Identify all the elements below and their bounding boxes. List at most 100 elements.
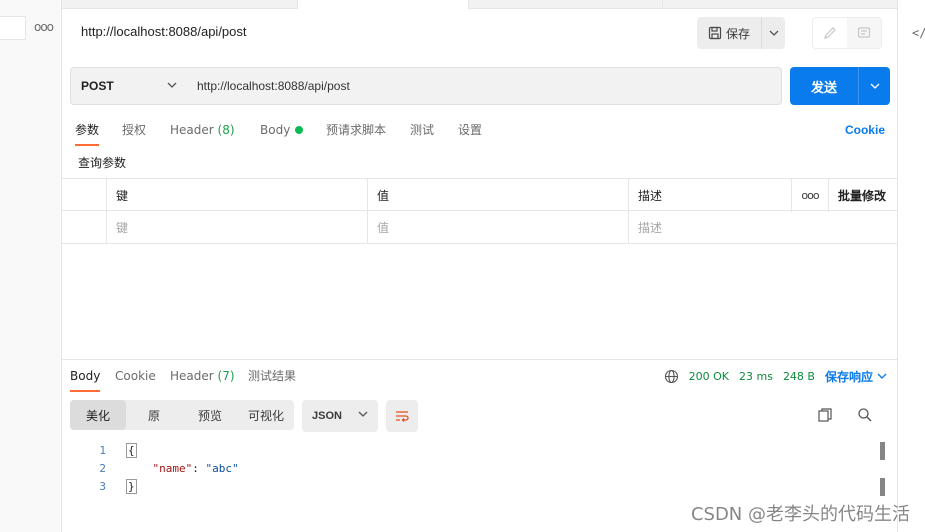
scrollbar-marker[interactable]	[880, 442, 885, 460]
search-icon[interactable]	[857, 407, 873, 423]
comments-button[interactable]	[847, 18, 881, 48]
method-label: POST	[81, 79, 114, 93]
response-tab-body[interactable]: Body	[70, 366, 101, 392]
view-preview-button[interactable]: 预览	[182, 400, 238, 430]
view-raw-button[interactable]: 原	[126, 400, 182, 430]
send-button[interactable]: 发送	[790, 67, 858, 105]
body-indicator-dot	[295, 126, 304, 134]
response-tab-headers-label: Header	[170, 369, 214, 383]
row-checkbox-cell	[62, 211, 106, 244]
chevron-down-icon	[877, 373, 887, 379]
save-response-button[interactable]: 保存响应	[825, 368, 887, 385]
code-line: 2 "name": "abc"	[62, 460, 892, 478]
wrap-lines-button[interactable]	[386, 400, 418, 432]
tab-headers-label: Header	[170, 123, 214, 137]
save-response-label: 保存响应	[824, 369, 873, 384]
json-key: "name"	[152, 462, 193, 475]
line-number: 2	[99, 462, 106, 475]
url-input[interactable]: http://localhost:8088/api/post	[185, 67, 782, 105]
method-select[interactable]: POST	[70, 67, 186, 105]
watermark: CSDN @老李头的代码生活	[690, 504, 910, 525]
code-snippet-icon[interactable]: </	[912, 26, 925, 40]
view-visualize-button[interactable]: 可视化	[238, 400, 294, 430]
bulk-edit-button[interactable]: 批量修改	[828, 179, 897, 212]
response-tab-cookies[interactable]: Cookie	[115, 366, 156, 392]
sidebar-search-box[interactable]	[0, 16, 26, 40]
edit-button[interactable]	[813, 18, 847, 48]
response-tabs: Body Cookie Header (7) 测试结果 200 OK 23 ms…	[62, 366, 897, 392]
response-tab-cookies-label: Cookie	[115, 369, 156, 383]
param-value-input[interactable]: 值	[367, 211, 628, 244]
param-description-input[interactable]: 描述	[628, 211, 791, 244]
more-options-icon[interactable]: ooo	[791, 179, 828, 212]
save-icon	[708, 26, 722, 40]
tab-params[interactable]: 参数	[75, 120, 100, 146]
more-options-icon[interactable]: ooo	[34, 20, 54, 34]
request-tabs: 参数 授权 Header (8) Body 预请求脚本 测试 设置 Cookie	[62, 120, 897, 146]
code-text: {	[126, 442, 137, 460]
tab-auth[interactable]: 授权	[122, 120, 146, 146]
active-request-tab[interactable]	[297, 0, 469, 9]
comment-icon	[857, 27, 871, 38]
code-line: 3 }	[62, 478, 892, 496]
json-value: "abc"	[205, 462, 239, 475]
code-text: }	[126, 478, 137, 496]
save-dropdown-button[interactable]	[761, 17, 785, 49]
pencil-icon	[824, 27, 836, 39]
send-button-group: 发送	[790, 67, 890, 105]
table-header-row: 键 值 描述 ooo 批量修改	[62, 178, 897, 212]
tab-params-label: 参数	[75, 123, 100, 137]
cookies-link[interactable]: Cookie	[845, 120, 885, 140]
response-status-area: 200 OK 23 ms 248 B 保存响应	[654, 366, 887, 386]
param-key-input[interactable]: 键	[106, 211, 367, 244]
response-tab-test-results[interactable]: 测试结果	[248, 366, 296, 392]
line-number: 1	[99, 444, 106, 457]
format-select[interactable]: JSON	[302, 400, 378, 432]
tab-pre-request-script[interactable]: 预请求脚本	[326, 120, 386, 146]
left-sidebar: ooo	[0, 0, 62, 532]
checkbox-column-header	[62, 179, 106, 212]
wrap-lines-icon	[396, 411, 409, 422]
tab-body-label: Body	[260, 123, 291, 137]
response-size[interactable]: 248 B	[783, 370, 815, 383]
params-table: 键 值 描述 ooo 批量修改 键 值 描述	[62, 178, 897, 244]
tab-headers[interactable]: Header (8)	[170, 120, 235, 146]
response-time[interactable]: 23 ms	[739, 370, 773, 383]
send-dropdown-button[interactable]	[858, 67, 890, 105]
close-brace: }	[126, 479, 137, 494]
table-row: 键 值 描述	[62, 211, 897, 244]
chevron-down-icon	[358, 411, 368, 417]
status-code[interactable]: 200 OK	[689, 370, 729, 383]
scrollbar-marker[interactable]	[880, 478, 885, 496]
response-tab-body-label: Body	[70, 369, 101, 383]
query-params-title: 查询参数	[78, 156, 127, 170]
column-header-description: 描述	[628, 179, 791, 212]
globe-icon[interactable]	[664, 369, 679, 384]
format-label: JSON	[312, 410, 342, 422]
right-side-panel	[897, 0, 925, 532]
edit-button-group	[812, 17, 882, 49]
chevron-down-icon	[870, 83, 879, 89]
column-header-key: 键	[106, 179, 367, 212]
response-body-editor[interactable]: 1 { 2 "name": "abc" 3 }	[62, 442, 892, 502]
tab-settings[interactable]: 设置	[458, 120, 482, 146]
copy-icon[interactable]	[817, 407, 833, 423]
save-button[interactable]: 保存	[697, 17, 761, 49]
response-tab-headers[interactable]: Header (7)	[170, 366, 235, 392]
chevron-down-icon	[769, 30, 778, 36]
response-tab-test-results-label: 测试结果	[248, 369, 297, 383]
tab-tests[interactable]: 测试	[410, 120, 434, 146]
json-separator: :	[192, 462, 206, 475]
request-title: http://localhost:8088/api/post	[81, 24, 247, 39]
response-header-count: (7)	[217, 369, 235, 383]
tab-settings-label: 设置	[458, 123, 483, 137]
code-text: "name": "abc"	[126, 460, 239, 478]
tab-tests-label: 测试	[410, 123, 435, 137]
chevron-down-icon	[167, 82, 177, 88]
response-divider[interactable]	[62, 359, 897, 360]
tab-auth-label: 授权	[122, 123, 147, 137]
view-pretty-button[interactable]: 美化	[70, 400, 126, 430]
tab-divider	[662, 0, 663, 9]
tab-body[interactable]: Body	[260, 120, 304, 146]
column-header-value: 值	[367, 179, 628, 212]
